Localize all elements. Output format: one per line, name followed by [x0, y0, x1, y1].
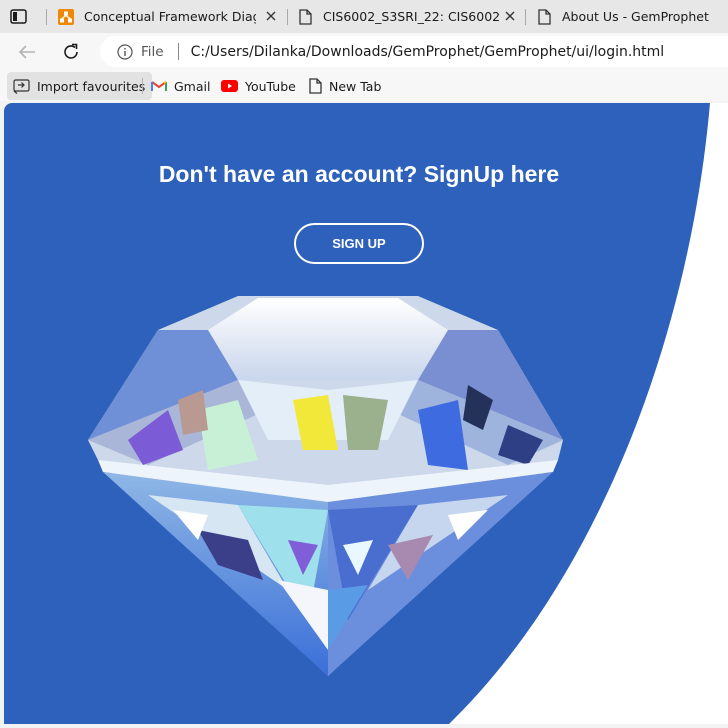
favourite-new-tab[interactable]: New Tab	[309, 72, 381, 100]
address-bar[interactable]: File C:/Users/Dilanka/Downloads/GemProph…	[100, 36, 728, 67]
tab-title: Conceptual Framework Diagram	[84, 9, 256, 24]
favourites-bar: Import favourites Gmail YouTube New Tab	[0, 71, 728, 101]
tab-conceptual-framework[interactable]: Conceptual Framework Diagram	[58, 0, 286, 33]
close-icon[interactable]	[503, 9, 517, 23]
page-icon	[536, 8, 552, 25]
tab-about-us[interactable]: About Us - GemProphet	[536, 0, 728, 33]
tab-title: CIS6002_S3SRI_22: CIS6002-Softw	[323, 9, 499, 24]
refresh-icon[interactable]	[59, 40, 83, 64]
info-icon[interactable]	[117, 43, 133, 60]
close-icon[interactable]	[264, 9, 278, 23]
navigation-toolbar: File C:/Users/Dilanka/Downloads/GemProph…	[0, 33, 728, 71]
url-text[interactable]: C:/Users/Dilanka/Downloads/GemProphet/Ge…	[191, 44, 665, 60]
tab-strip: Conceptual Framework Diagram CIS6002_S3S…	[0, 0, 728, 33]
tab-divider	[525, 9, 526, 25]
page-viewport: Don't have an account? SignUp here SIGN …	[4, 103, 728, 724]
diamond-illustration	[88, 296, 563, 676]
import-icon	[13, 78, 30, 94]
page-icon	[309, 78, 322, 94]
gmail-icon	[151, 80, 167, 92]
signup-prompt-heading: Don't have an account? SignUp here	[158, 161, 560, 187]
favourite-youtube[interactable]: YouTube	[221, 72, 296, 100]
import-favourites-button[interactable]: Import favourites	[7, 72, 153, 100]
address-divider	[177, 43, 179, 60]
favourite-label: Import favourites	[37, 78, 146, 94]
favourite-label: YouTube	[245, 78, 296, 94]
favourite-label: New Tab	[329, 78, 382, 94]
tab-divider	[46, 9, 47, 25]
scheme-label: File	[141, 43, 164, 60]
favourite-label: Gmail	[174, 78, 211, 94]
youtube-icon	[221, 80, 238, 92]
back-arrow-icon[interactable]	[15, 40, 39, 64]
favourite-gmail[interactable]: Gmail	[151, 72, 210, 100]
tab-actions-icon[interactable]	[9, 7, 28, 26]
page-icon	[297, 8, 313, 25]
tab-cis6002[interactable]: CIS6002_S3SRI_22: CIS6002-Softw	[297, 0, 525, 33]
favourites-divider	[142, 78, 143, 94]
signup-button[interactable]: SIGN UP	[294, 223, 424, 264]
tab-divider	[287, 9, 288, 25]
diagram-app-icon	[58, 8, 74, 25]
tab-title: About Us - GemProphet	[562, 9, 709, 24]
